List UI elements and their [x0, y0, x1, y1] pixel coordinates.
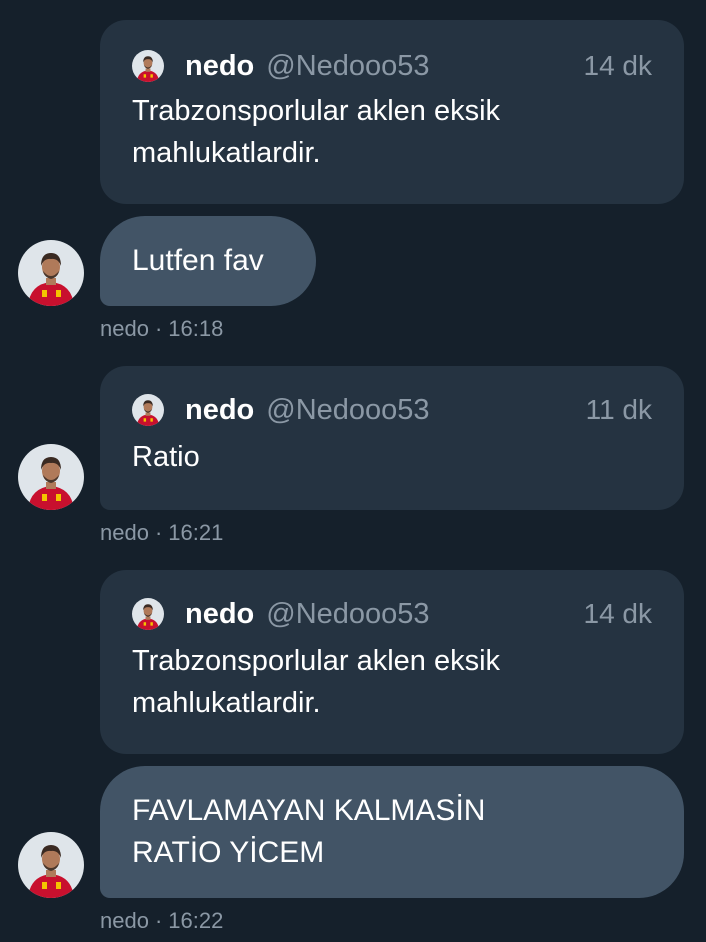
meta-separator: · — [154, 520, 163, 545]
quoted-tweet-text: Trabzonsporlular aklen eksik mahlukatlar… — [132, 90, 652, 174]
quoted-tweet-card[interactable]: nedo @Nedooo53 11 dk Ratio — [100, 366, 684, 510]
message-text: FAVLAMAYAN KALMASİN — [132, 794, 486, 827]
quoted-author-avatar — [132, 394, 164, 426]
quoted-tweet-card[interactable]: nedo @Nedooo53 14 dk Trabzonsporlular ak… — [100, 570, 684, 754]
quoted-author-name: nedo — [185, 393, 255, 426]
quoted-author-avatar — [132, 598, 164, 630]
quoted-text-line: Ratio — [132, 441, 200, 473]
sender-name: nedo — [100, 316, 149, 341]
sender-name: nedo — [100, 520, 149, 545]
quoted-text-line: mahlukatlardir. — [132, 687, 321, 719]
quoted-tweet-text: Trabzonsporlular aklen eksik mahlukatlar… — [132, 640, 652, 724]
meta-separator: · — [154, 908, 163, 933]
sender-avatar[interactable] — [18, 832, 84, 898]
quoted-author-handle: @Nedooo53 — [266, 597, 430, 630]
quoted-author-handle: @Nedooo53 — [266, 49, 430, 82]
quoted-author-name: nedo — [185, 597, 255, 630]
quoted-author-avatar — [132, 50, 164, 82]
message-meta: nedo · 16:22 — [100, 908, 223, 934]
message-time: 16:21 — [168, 520, 224, 545]
message-meta: nedo · 16:18 — [100, 316, 223, 342]
quoted-tweet-card[interactable]: nedo @Nedooo53 14 dk Trabzonsporlular ak… — [100, 20, 684, 204]
sender-avatar[interactable] — [18, 444, 84, 510]
quoted-tweet-time: 14 dk — [583, 598, 653, 629]
sender-name: nedo — [100, 908, 149, 933]
quoted-text-line: mahlukatlardir. — [132, 137, 321, 169]
quoted-text-line: Trabzonsporlular aklen eksik — [132, 95, 501, 127]
quoted-author-name: nedo — [185, 49, 255, 82]
quoted-tweet-header: nedo @Nedooo53 11 dk — [132, 392, 652, 428]
quoted-author-handle: @Nedooo53 — [266, 393, 430, 426]
message-meta: nedo · 16:21 — [100, 520, 223, 546]
message-bubble[interactable]: Lutfen fav — [100, 216, 316, 306]
message-time: 16:18 — [168, 316, 224, 341]
quoted-tweet-time: 11 dk — [585, 394, 652, 425]
quoted-tweet-header: nedo @Nedooo53 14 dk — [132, 48, 652, 84]
sender-avatar[interactable] — [18, 240, 84, 306]
meta-separator: · — [154, 316, 163, 341]
message-text: Lutfen fav — [132, 244, 264, 277]
message-bubble[interactable]: FAVLAMAYAN KALMASİN RATİO YİCEM — [100, 766, 684, 898]
quoted-tweet-text: Ratio — [132, 436, 652, 478]
message-text: RATİO YİCEM — [132, 836, 325, 869]
quoted-text-line: Trabzonsporlular aklen eksik — [132, 645, 501, 677]
message-time: 16:22 — [168, 908, 224, 933]
quoted-tweet-header: nedo @Nedooo53 14 dk — [132, 596, 652, 632]
quoted-tweet-time: 14 dk — [583, 50, 653, 81]
